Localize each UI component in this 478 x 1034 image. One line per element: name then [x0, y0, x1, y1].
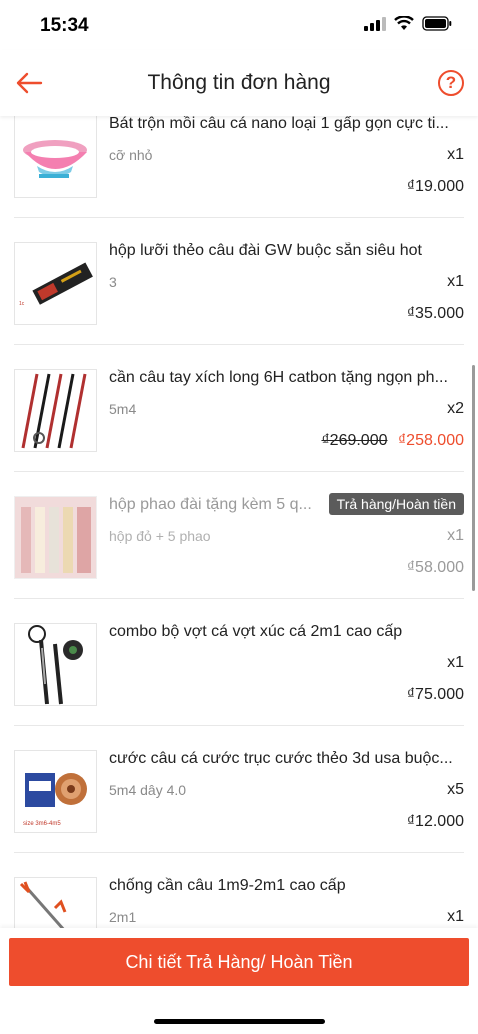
price-row: ₫269.000 ₫258.000: [321, 432, 464, 450]
product-thumbnail[interactable]: 1c: [14, 242, 97, 325]
price-row: ₫35.000: [407, 305, 464, 323]
svg-text:1c: 1c: [19, 301, 25, 307]
product-name[interactable]: Bát trộn mồi câu cá nano loại 1 gấp gọn …: [109, 116, 464, 133]
product-variant: 2m1: [109, 909, 137, 925]
product-variant: cỡ nhỏ: [109, 147, 153, 163]
list-item[interactable]: chống cần câu 1m9-2m1 cao cấp 2m1 x1: [0, 853, 478, 928]
fishing-rod-product-image: [15, 370, 96, 451]
leader-box-product-image: 1c: [15, 243, 96, 324]
home-indicator[interactable]: [154, 1019, 325, 1024]
product-price: ₫35.000: [406, 305, 464, 322]
product-quantity: x5: [447, 781, 464, 798]
product-quantity: x1: [447, 146, 464, 163]
product-variant: 3: [109, 274, 117, 290]
app-header: Thông tin đơn hàng ?: [0, 50, 478, 116]
product-name[interactable]: combo bộ vợt cá vợt xúc cá 2m1 cao cấp: [109, 623, 464, 641]
list-item[interactable]: Bát trộn mồi câu cá nano loại 1 gấp gọn …: [0, 116, 478, 218]
order-item-list[interactable]: Bát trộn mồi câu cá nano loại 1 gấp gọn …: [0, 116, 478, 928]
status-time: 15:34: [40, 15, 89, 36]
product-quantity: x2: [447, 400, 464, 417]
list-item[interactable]: cần câu tay xích long 6H catbon tặng ngọ…: [0, 345, 478, 472]
product-thumbnail[interactable]: [14, 496, 97, 579]
bottom-bar: Chi tiết Trả Hàng/ Hoàn Tiền: [0, 928, 478, 1034]
cellular-signal-icon: [364, 16, 386, 31]
product-name[interactable]: hộp phao đài tặng kèm 5 q...: [109, 496, 322, 514]
product-price: ₫12.000: [406, 813, 464, 830]
return-refund-badge: Trả hàng/Hoàn tiền: [328, 493, 464, 515]
price-row: ₫75.000: [407, 686, 464, 704]
svg-text:size 3m6-4m5: size 3m6-4m5: [23, 821, 61, 827]
product-price: ₫258.000: [397, 432, 464, 449]
list-item[interactable]: 1c hộp lưỡi thẻo câu đài GW buộc sẵn siê…: [0, 218, 478, 345]
status-bar: 15:34: [0, 0, 478, 50]
fishing-line-product-image: size 3m6-4m5: [15, 751, 96, 832]
list-item[interactable]: combo bộ vợt cá vợt xúc cá 2m1 cao cấp x…: [0, 599, 478, 726]
return-refund-details-button[interactable]: Chi tiết Trả Hàng/ Hoàn Tiền: [9, 938, 469, 986]
scrollbar[interactable]: [472, 365, 475, 591]
product-price: ₫58.000: [406, 559, 464, 576]
rod-rest-product-image: [15, 878, 96, 928]
wifi-icon: [394, 16, 414, 30]
product-price: ₫75.000: [406, 686, 464, 703]
battery-icon: [422, 16, 452, 31]
product-thumbnail[interactable]: size 3m6-4m5: [14, 750, 97, 833]
product-thumbnail[interactable]: [14, 877, 97, 928]
product-thumbnail[interactable]: [14, 623, 97, 706]
list-item[interactable]: size 3m6-4m5 cước câu cá cước trục cước …: [0, 726, 478, 853]
product-variant: hộp đỏ + 5 phao: [109, 528, 211, 544]
product-quantity: x1: [447, 527, 464, 544]
help-icon: ?: [445, 73, 457, 92]
product-quantity: x1: [447, 908, 464, 925]
page-title: Thông tin đơn hàng: [147, 71, 331, 94]
product-variant: 5m4 dây 4.0: [109, 782, 187, 798]
product-quantity: x1: [447, 273, 464, 290]
product-name[interactable]: hộp lưỡi thẻo câu đài GW buộc sẵn siêu h…: [109, 242, 464, 260]
list-item[interactable]: hộp phao đài tặng kèm 5 q... Trả hàng/Ho…: [0, 472, 478, 599]
product-thumbnail[interactable]: [14, 369, 97, 452]
product-quantity: x1: [447, 654, 464, 671]
landing-net-product-image: [15, 624, 96, 705]
product-variant: 5m4: [109, 401, 137, 417]
product-thumbnail[interactable]: [14, 116, 97, 198]
price-row: ₫12.000: [407, 813, 464, 831]
float-box-product-image: [15, 497, 96, 578]
price-row: ₫58.000: [407, 559, 464, 577]
product-name[interactable]: cước câu cá cước trục cước thẻo 3d usa b…: [109, 750, 464, 768]
status-icons: [364, 16, 452, 31]
original-price: ₫269.000: [321, 432, 388, 449]
product-name[interactable]: chống cần câu 1m9-2m1 cao cấp: [109, 877, 464, 895]
product-price: ₫19.000: [406, 178, 464, 195]
bowl-product-image: [15, 116, 96, 197]
help-button[interactable]: ?: [438, 70, 464, 96]
price-row: ₫19.000: [407, 178, 464, 196]
product-name[interactable]: cần câu tay xích long 6H catbon tặng ngọ…: [109, 369, 464, 387]
